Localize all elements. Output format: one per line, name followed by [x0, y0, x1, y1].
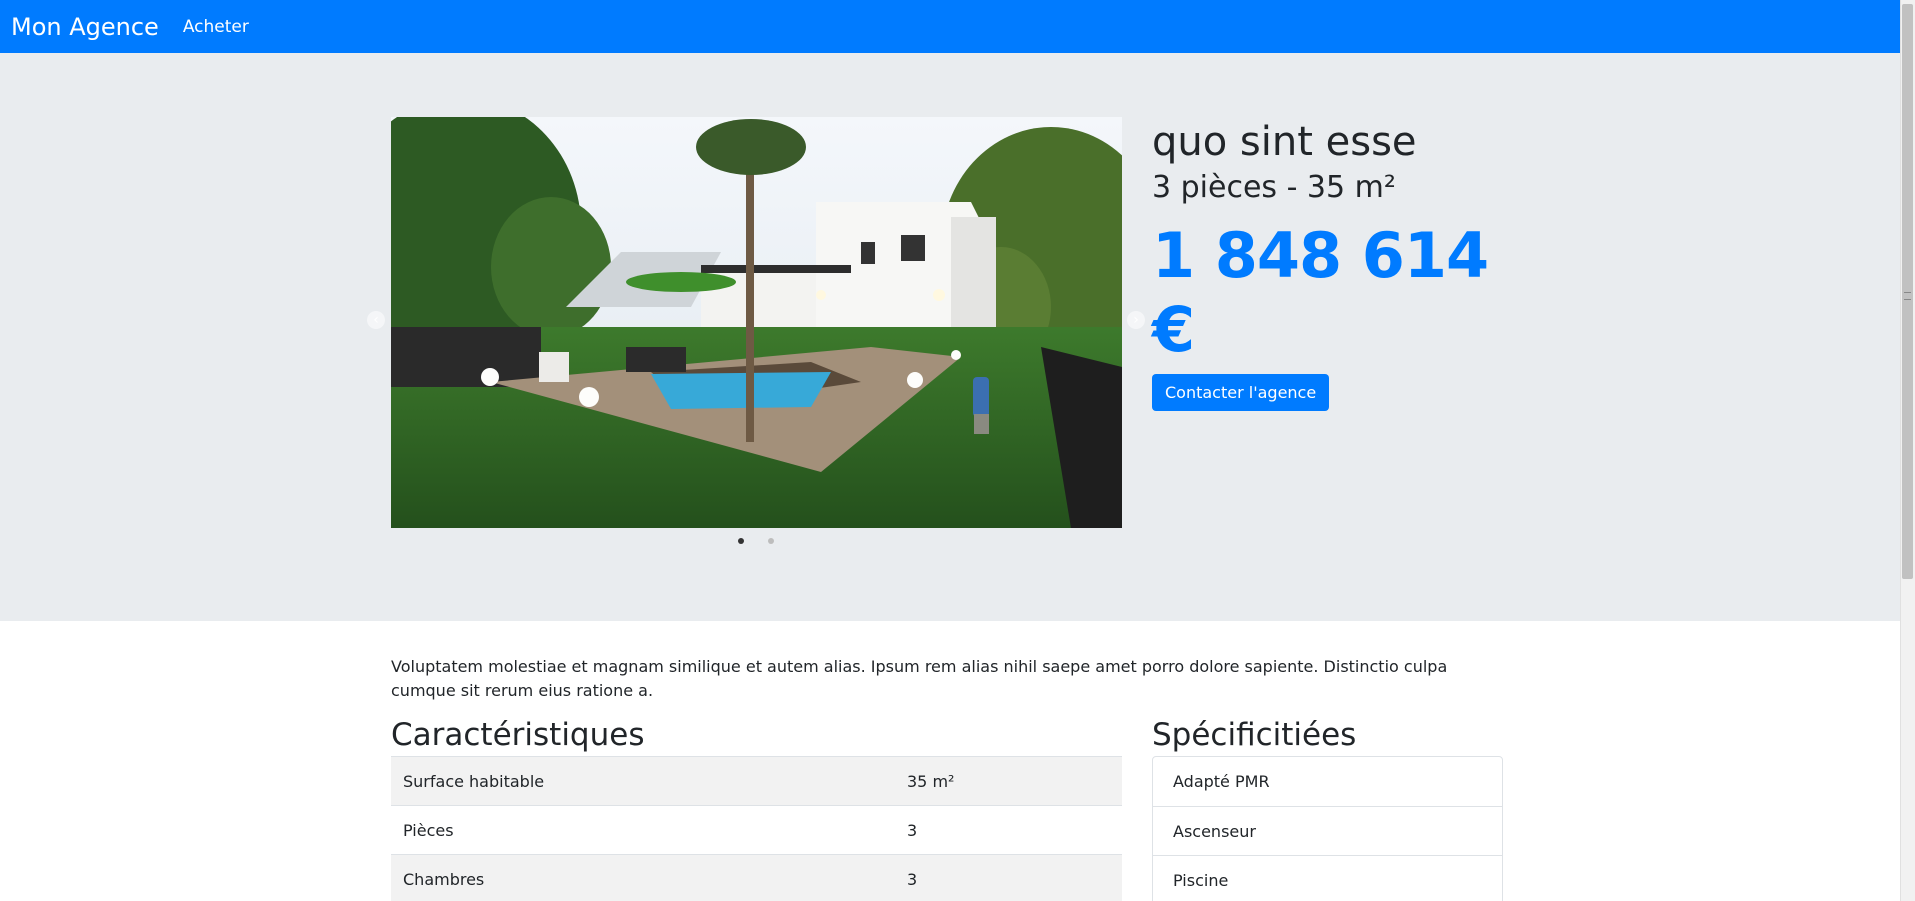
nav-link-acheter[interactable]: Acheter: [183, 17, 249, 37]
list-item: Piscine: [1153, 855, 1502, 901]
characteristics-section: Caractéristiques Surface habitable 35 m²…: [391, 717, 1122, 901]
table-row: Pièces 3: [391, 805, 1122, 855]
property-info: quo sint esse 3 pièces - 35 m² 1 848 614…: [1152, 118, 1512, 411]
table-cell-label: Surface habitable: [391, 756, 895, 806]
property-photo: [391, 117, 1122, 528]
characteristics-table: Surface habitable 35 m² Pièces 3 Chambre…: [391, 756, 1122, 901]
carousel-indicator-2[interactable]: [768, 538, 774, 544]
carousel-indicators: [738, 538, 774, 544]
carousel-indicator-1[interactable]: [738, 538, 744, 544]
chevron-left-icon: ‹: [373, 312, 379, 328]
table-cell-label: Pièces: [391, 805, 895, 855]
property-title: quo sint esse: [1152, 119, 1417, 165]
table-row: Chambres 3: [391, 854, 1122, 901]
navbar: Mon Agence Acheter: [0, 0, 1900, 53]
property-carousel[interactable]: [391, 117, 1122, 528]
chevron-right-icon: ›: [1133, 312, 1139, 328]
characteristics-heading: Caractéristiques: [391, 717, 645, 753]
table-row: Surface habitable 35 m²: [391, 756, 1122, 806]
main-content: Voluptatem molestiae et magnam similique…: [391, 655, 1503, 901]
list-item: Ascenseur: [1153, 806, 1502, 855]
scrollbar-grip-icon: [1904, 292, 1911, 300]
carousel-prev-button[interactable]: ‹: [367, 311, 385, 329]
specifics-heading: Spécificitiées: [1152, 717, 1357, 753]
table-cell-label: Chambres: [391, 854, 895, 901]
brand-link[interactable]: Mon Agence: [11, 15, 159, 39]
specifics-list: Adapté PMR Ascenseur Piscine: [1152, 756, 1503, 901]
property-description: Voluptatem molestiae et magnam similique…: [391, 657, 1448, 700]
property-price: 1 848 614 €: [1152, 219, 1489, 367]
property-subtitle: 3 pièces - 35 m²: [1152, 170, 1396, 205]
list-item: Adapté PMR: [1173, 772, 1270, 792]
specifics-section: Spécificitiées Adapté PMR Ascenseur Pisc…: [1152, 717, 1503, 901]
carousel-next-button[interactable]: ›: [1127, 311, 1145, 329]
table-cell-value: 3: [895, 805, 1122, 855]
table-cell-value: 35 m²: [895, 756, 1122, 806]
contact-agency-button[interactable]: Contacter l'agence: [1152, 373, 1330, 411]
table-cell-value: 3: [895, 854, 1122, 901]
